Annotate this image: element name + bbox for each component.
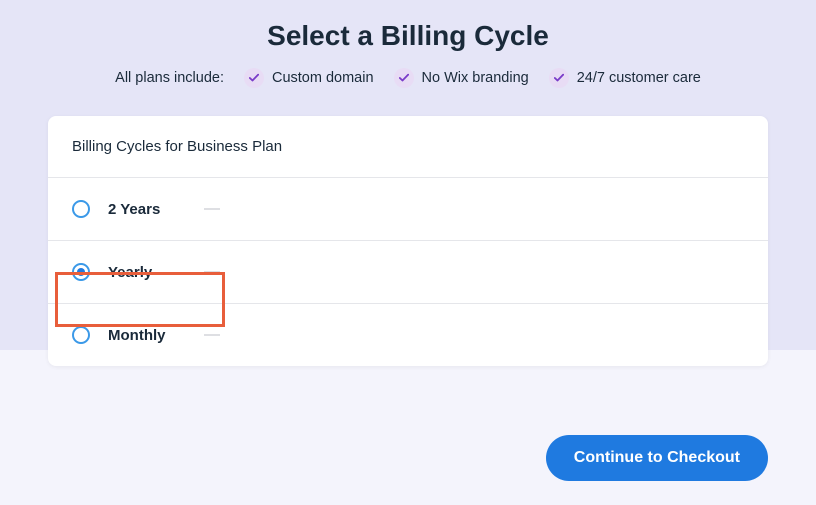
dash-icon <box>204 271 220 273</box>
check-icon <box>549 68 569 88</box>
billing-card: Billing Cycles for Business Plan 2 Years… <box>48 116 768 366</box>
check-icon <box>394 68 414 88</box>
feature-label: Custom domain <box>272 70 374 86</box>
option-monthly[interactable]: Monthly <box>48 304 768 366</box>
option-label: Monthly <box>108 327 186 344</box>
features-row: All plans include: Custom domain No Wix … <box>0 68 816 88</box>
option-label: Yearly <box>108 264 186 281</box>
radio-icon-selected <box>72 263 90 281</box>
continue-to-checkout-button[interactable]: Continue to Checkout <box>546 435 768 481</box>
option-label: 2 Years <box>108 201 186 218</box>
check-icon <box>244 68 264 88</box>
feature-no-branding: No Wix branding <box>394 68 529 88</box>
content-wrap: Select a Billing Cycle All plans include… <box>0 0 816 366</box>
feature-label: No Wix branding <box>422 70 529 86</box>
dash-icon <box>204 208 220 210</box>
features-intro: All plans include: <box>115 70 224 86</box>
option-2-years[interactable]: 2 Years <box>48 178 768 241</box>
page-title: Select a Billing Cycle <box>0 0 816 68</box>
feature-custom-domain: Custom domain <box>244 68 374 88</box>
feature-customer-care: 24/7 customer care <box>549 68 701 88</box>
radio-icon <box>72 200 90 218</box>
feature-label: 24/7 customer care <box>577 70 701 86</box>
dash-icon <box>204 334 220 336</box>
card-title: Billing Cycles for Business Plan <box>48 116 768 178</box>
option-yearly[interactable]: Yearly <box>48 241 768 304</box>
radio-icon <box>72 326 90 344</box>
